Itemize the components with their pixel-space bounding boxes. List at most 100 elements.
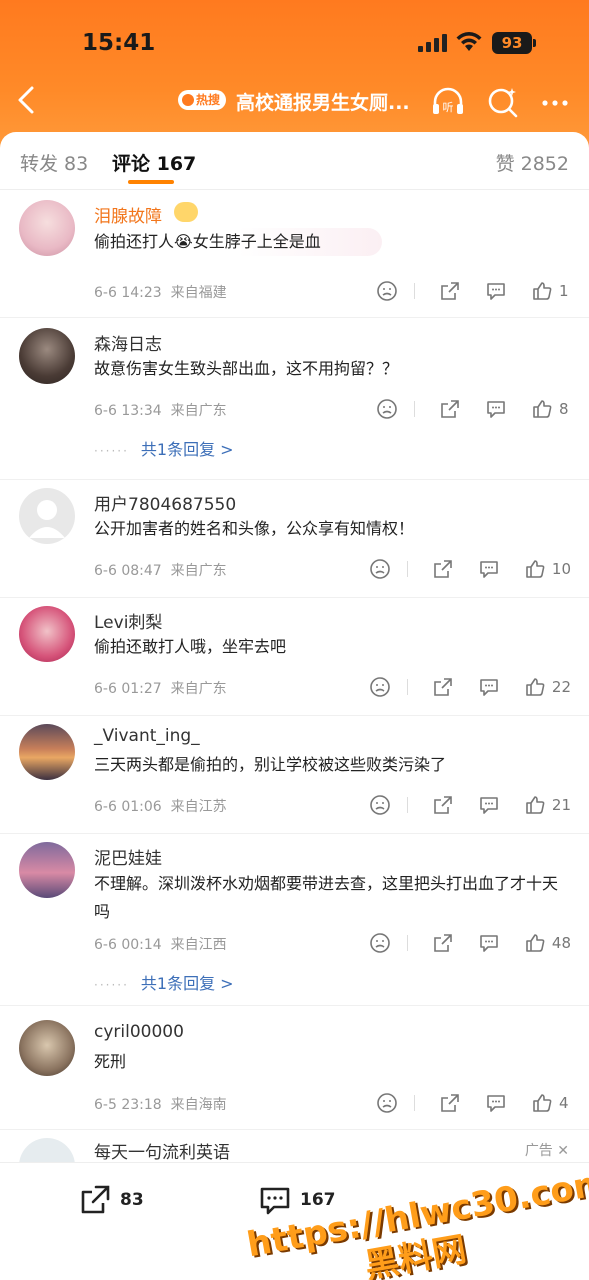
like-count: 21: [551, 796, 571, 814]
dislike-face-icon[interactable]: [376, 1092, 398, 1114]
active-tab-indicator: [128, 180, 174, 184]
repost-icon: [81, 1185, 110, 1214]
ad-author[interactable]: 每天一句流利英语: [94, 1138, 230, 1163]
comment-text: 公开加害者的姓名和头像，公众享有知情权！: [94, 519, 415, 538]
share-icon[interactable]: [432, 558, 454, 580]
reply-comment-icon[interactable]: [485, 398, 507, 420]
view-replies-link[interactable]: ······ 共1条回复 >: [94, 436, 234, 460]
comment-author[interactable]: 泥巴娃娃: [94, 844, 162, 869]
like-thumb-icon[interactable]: [524, 932, 546, 954]
hot-search-label: 热搜: [196, 93, 221, 107]
comment-location: 来自广东: [170, 563, 227, 579]
hot-search-badge[interactable]: 热搜: [178, 90, 227, 110]
like-count: 22: [551, 678, 571, 696]
comment-actions: 4: [352, 1091, 571, 1115]
divider: [414, 1095, 415, 1111]
like-count: 10: [551, 560, 571, 578]
dislike-face-icon[interactable]: [369, 932, 391, 954]
like-count: 48: [551, 934, 571, 952]
dislike-face-icon[interactable]: [376, 280, 398, 302]
like-thumb-icon[interactable]: [524, 676, 546, 698]
search-icon[interactable]: [485, 84, 521, 120]
vip-badge-icon: [174, 202, 198, 222]
reply-comment-icon[interactable]: [478, 558, 500, 580]
comment-author[interactable]: Levi刺梨: [94, 608, 162, 633]
dislike-face-icon[interactable]: [369, 558, 391, 580]
comment-date: 6-6 01:27: [94, 681, 162, 697]
like-thumb-icon[interactable]: [531, 280, 553, 302]
tab-repost[interactable]: 转发 83: [20, 149, 88, 176]
reply-count: 共1条回复 >: [140, 440, 234, 459]
avatar[interactable]: [19, 328, 75, 384]
reply-dots: ······: [94, 444, 129, 458]
like-thumb-icon[interactable]: [524, 558, 546, 580]
close-icon[interactable]: ✕: [557, 1143, 569, 1159]
avatar[interactable]: [19, 200, 75, 256]
dislike-face-icon[interactable]: [376, 398, 398, 420]
reply-comment-icon[interactable]: [478, 794, 500, 816]
like-count: 4: [559, 1094, 569, 1112]
nav-bar: 热搜 高校通报男生女厕... 听: [0, 78, 589, 122]
comment-location: 来自江苏: [170, 799, 227, 815]
comment-text: 故意伤害女生致头部出血，这不用拘留？？: [94, 359, 399, 378]
repost-count: 83: [120, 1190, 144, 1210]
divider: [406, 797, 408, 813]
hot-search-icon: [182, 94, 194, 106]
back-arrow-icon[interactable]: [12, 84, 42, 116]
repost-button[interactable]: 83: [78, 1183, 144, 1217]
comment-text: 死刑: [94, 1052, 127, 1071]
avatar[interactable]: [19, 1020, 75, 1076]
comment-date: 6-6 14:23: [94, 285, 162, 301]
comment-location: 来自福建: [170, 285, 227, 301]
comment-item: 用户7804687550 公开加害者的姓名和头像，公众享有知情权！ 6-6 08…: [0, 480, 589, 598]
comment-author[interactable]: _Vivant_ing_: [94, 726, 200, 746]
comment-author[interactable]: 泪腺故障: [94, 202, 162, 227]
dislike-face-icon[interactable]: [369, 794, 391, 816]
comment-meta: 6-6 01:27 来自广东: [94, 678, 227, 698]
share-icon[interactable]: [432, 932, 454, 954]
like-thumb-icon[interactable]: [531, 398, 553, 420]
like-thumb-icon[interactable]: [524, 794, 546, 816]
reply-comment-icon[interactable]: [478, 932, 500, 954]
comment-location: 来自广东: [170, 681, 227, 697]
like-thumb-icon[interactable]: [531, 1092, 553, 1114]
status-time: 15:41: [82, 30, 156, 56]
divider: [406, 679, 408, 695]
share-icon[interactable]: [439, 280, 461, 302]
reply-count: 共1条回复 >: [140, 974, 234, 993]
battery-indicator: 93: [492, 32, 536, 54]
listen-headphones-icon[interactable]: 听: [430, 84, 466, 120]
comment-date: 6-6 13:34: [94, 403, 162, 419]
comment-item: cyril00000 死刑 6-5 23:18 来自海南 4: [0, 1006, 589, 1130]
share-icon[interactable]: [432, 676, 454, 698]
comment-item: 泥巴娃娃 不理解。深圳泼杯水劝烟都要带进去查，这里把头打出血了才十天吗 6-6 …: [0, 834, 589, 1006]
comment-meta: 6-6 08:47 来自广东: [94, 560, 227, 580]
comment-author[interactable]: cyril00000: [94, 1022, 184, 1042]
share-icon[interactable]: [439, 398, 461, 420]
reply-comment-icon[interactable]: [478, 676, 500, 698]
comment-author[interactable]: 用户7804687550: [94, 490, 236, 515]
dislike-face-icon[interactable]: [369, 676, 391, 698]
view-replies-link[interactable]: ······ 共1条回复 >: [94, 970, 234, 994]
divider: [414, 283, 415, 299]
page-title[interactable]: 高校通报男生女厕...: [236, 88, 410, 115]
reply-comment-icon[interactable]: [485, 1092, 507, 1114]
more-options-icon[interactable]: [537, 84, 573, 120]
share-icon[interactable]: [432, 794, 454, 816]
comment-actions: 8: [352, 397, 571, 421]
avatar[interactable]: [19, 842, 75, 898]
comment-date: 6-6 08:47: [94, 563, 162, 579]
comment-location: 来自海南: [170, 1097, 227, 1113]
tab-comments[interactable]: 评论 167: [112, 149, 196, 176]
reply-comment-icon[interactable]: [485, 280, 507, 302]
tab-likes[interactable]: 赞 2852: [496, 149, 569, 176]
avatar[interactable]: [19, 488, 75, 544]
comment-author[interactable]: 森海日志: [94, 330, 162, 355]
avatar[interactable]: [19, 724, 75, 780]
comment-meta: 6-6 13:34 来自广东: [94, 400, 227, 420]
avatar[interactable]: [19, 606, 75, 662]
comment-date: 6-6 01:06: [94, 799, 162, 815]
comment-text: 不理解。深圳泼杯水劝烟都要带进去查，这里把头打出血了才十天吗: [94, 874, 559, 921]
share-icon[interactable]: [439, 1092, 461, 1114]
reply-dots: ······: [94, 978, 129, 992]
